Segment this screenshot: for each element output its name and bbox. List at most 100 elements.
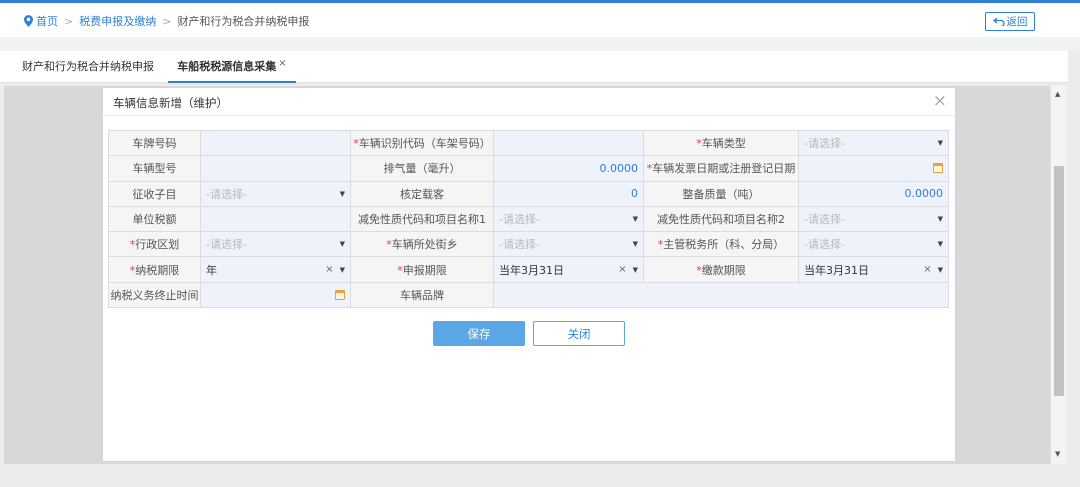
tab-combined-filing[interactable]: 财产和行为税合并纳税申报 xyxy=(22,51,154,83)
field-label: *车辆识别代码（车架号码） xyxy=(350,129,494,157)
text-input[interactable] xyxy=(493,129,644,157)
select-dropdown[interactable]: -请选择- ▼ xyxy=(798,129,949,157)
chevron-down-icon[interactable]: ▼ xyxy=(938,139,943,147)
select-placeholder: -请选择- xyxy=(499,213,540,227)
date-input[interactable] xyxy=(798,155,949,182)
calendar-icon[interactable] xyxy=(335,289,345,300)
scroll-up-icon[interactable]: ▲ xyxy=(1055,90,1060,98)
field-label-text: 减免性质代码和项目名称2 xyxy=(657,213,785,227)
select-dropdown[interactable]: 当年3月31日 × ▼ xyxy=(493,256,644,283)
field-label: *主管税务所（科、分局） xyxy=(643,231,799,258)
breadcrumb-current: 财产和行为税合并纳税申报 xyxy=(177,15,310,28)
scroll-down-icon[interactable]: ▼ xyxy=(1055,450,1060,458)
field-label: 车牌号码 xyxy=(108,129,201,157)
return-arrow-icon xyxy=(992,17,1005,26)
header-gap xyxy=(0,37,1080,51)
select-placeholder: -请选择- xyxy=(499,238,540,252)
back-button[interactable]: 返回 xyxy=(985,12,1035,31)
breadcrumb-tax-filing[interactable]: 税费申报及缴纳 xyxy=(79,13,156,29)
field-label: 车辆型号 xyxy=(108,155,201,182)
select-dropdown[interactable]: 当年3月31日 × ▼ xyxy=(798,256,949,283)
chevron-down-icon[interactable]: ▼ xyxy=(633,240,638,248)
field-label: 单位税额 xyxy=(108,205,201,233)
field-label-text: 纳税期限 xyxy=(135,263,180,277)
vehicle-info-dialog: 车辆信息新增（维护） × 车牌号码 *车辆识别代码（车架号码） *车辆类型 -请选择-… xyxy=(102,87,956,462)
clear-icon[interactable]: × xyxy=(923,264,931,275)
chevron-down-icon[interactable]: ▼ xyxy=(340,266,345,274)
select-dropdown[interactable]: 年 × ▼ xyxy=(200,256,351,283)
vertical-scrollbar[interactable]: ▲ ▼ xyxy=(1050,86,1066,464)
field-label: 核定载客 xyxy=(350,180,494,207)
tab-bar: 财产和行为税合并纳税申报 车船税税源信息采集 × xyxy=(0,51,1068,83)
select-placeholder: -请选择- xyxy=(804,137,845,151)
select-placeholder: -请选择- xyxy=(206,238,247,252)
select-value: 年 xyxy=(206,263,217,277)
clear-icon[interactable]: × xyxy=(325,264,333,275)
field-label: 排气量（毫升） xyxy=(350,155,494,182)
select-dropdown[interactable]: -请选择- ▼ xyxy=(200,180,351,207)
select-dropdown[interactable]: -请选择- ▼ xyxy=(493,231,644,258)
chevron-down-icon[interactable]: ▼ xyxy=(633,215,638,223)
clear-icon[interactable]: × xyxy=(618,264,626,275)
number-input[interactable]: 0 xyxy=(493,180,644,207)
field-label: *缴款期限 xyxy=(643,256,799,283)
form-row: 车辆型号 排气量（毫升） 0.0000 *车辆发票日期或注册登记日期 xyxy=(108,155,949,182)
number-value: 0.0000 xyxy=(599,161,639,175)
field-label-text: 申报期限 xyxy=(402,263,447,277)
tax-end-time-date-input[interactable] xyxy=(200,281,351,309)
close-button[interactable]: 关闭 xyxy=(533,321,625,346)
dialog-close-icon[interactable]: × xyxy=(933,92,947,110)
select-dropdown[interactable]: -请选择- ▼ xyxy=(493,205,644,233)
select-dropdown[interactable]: -请选择- ▼ xyxy=(200,231,351,258)
field-label-text: 单位税额 xyxy=(132,213,177,227)
tab-close-icon[interactable]: × xyxy=(278,58,286,69)
vehicle-brand-input[interactable] xyxy=(493,281,949,309)
field-label-text: 车辆类型 xyxy=(701,137,746,151)
form-row: *行政区划 -请选择- ▼ *车辆所处街乡 -请选择- ▼ *主管税务所（科、分局） -请选择… xyxy=(108,231,949,258)
breadcrumb: 首页 > 税费申报及缴纳 > 财产和行为税合并纳税申报 xyxy=(24,13,309,29)
tab-label: 财产和行为税合并纳税申报 xyxy=(22,60,154,73)
chevron-down-icon[interactable]: ▼ xyxy=(340,240,345,248)
text-input[interactable] xyxy=(200,205,351,233)
field-label: 减免性质代码和项目名称1 xyxy=(350,205,494,233)
field-label-tax-end-time: 纳税义务终止时间 xyxy=(108,281,201,309)
chevron-down-icon[interactable]: ▼ xyxy=(633,266,638,274)
breadcrumb-separator: > xyxy=(64,14,74,28)
select-dropdown[interactable]: -请选择- ▼ xyxy=(798,205,949,233)
select-placeholder: -请选择- xyxy=(804,213,845,227)
tab-label: 车船税税源信息采集 xyxy=(177,60,277,73)
field-label-text: 排气量（毫升） xyxy=(383,162,461,176)
save-button[interactable]: 保存 xyxy=(433,321,525,346)
select-value: 当年3月31日 xyxy=(499,263,564,277)
field-label: *纳税期限 xyxy=(108,256,201,283)
number-input[interactable]: 0.0000 xyxy=(798,180,949,207)
chevron-down-icon[interactable]: ▼ xyxy=(340,190,345,198)
dialog-header: 车辆信息新增（维护） × xyxy=(103,88,955,116)
chevron-down-icon[interactable]: ▼ xyxy=(938,215,943,223)
select-dropdown[interactable]: -请选择- ▼ xyxy=(798,231,949,258)
field-label-text: 整备质量（吨） xyxy=(682,187,760,201)
tab-vessel-tax-source[interactable]: 车船税税源信息采集 × xyxy=(168,51,296,83)
number-value: 0 xyxy=(631,187,638,201)
text-input[interactable] xyxy=(200,129,351,157)
chevron-down-icon[interactable]: ▼ xyxy=(938,240,943,248)
breadcrumb-home[interactable]: 首页 xyxy=(24,13,58,29)
calendar-icon[interactable] xyxy=(933,163,943,174)
field-label-text: 行政区划 xyxy=(135,238,180,252)
text-input[interactable] xyxy=(200,155,351,182)
top-bar: 首页 > 税费申报及缴纳 > 财产和行为税合并纳税申报 返回 xyxy=(0,0,1080,37)
field-label: 整备质量（吨） xyxy=(643,180,799,207)
field-label-text: 车牌号码 xyxy=(132,137,177,151)
back-button-label: 返回 xyxy=(1006,16,1028,28)
right-strip xyxy=(1068,51,1080,466)
chevron-down-icon[interactable]: ▼ xyxy=(938,266,943,274)
field-label-text: 减免性质代码和项目名称1 xyxy=(358,213,486,227)
select-placeholder: -请选择- xyxy=(804,238,845,252)
number-input[interactable]: 0.0000 xyxy=(493,155,644,182)
dialog-title: 车辆信息新增（维护） xyxy=(113,96,228,110)
field-label-text: 车辆所处街乡 xyxy=(391,238,458,252)
number-value: 0.0000 xyxy=(904,187,944,201)
field-label-text: 缴款期限 xyxy=(701,263,746,277)
select-placeholder: -请选择- xyxy=(206,187,247,201)
scrollbar-thumb[interactable] xyxy=(1054,166,1064,396)
